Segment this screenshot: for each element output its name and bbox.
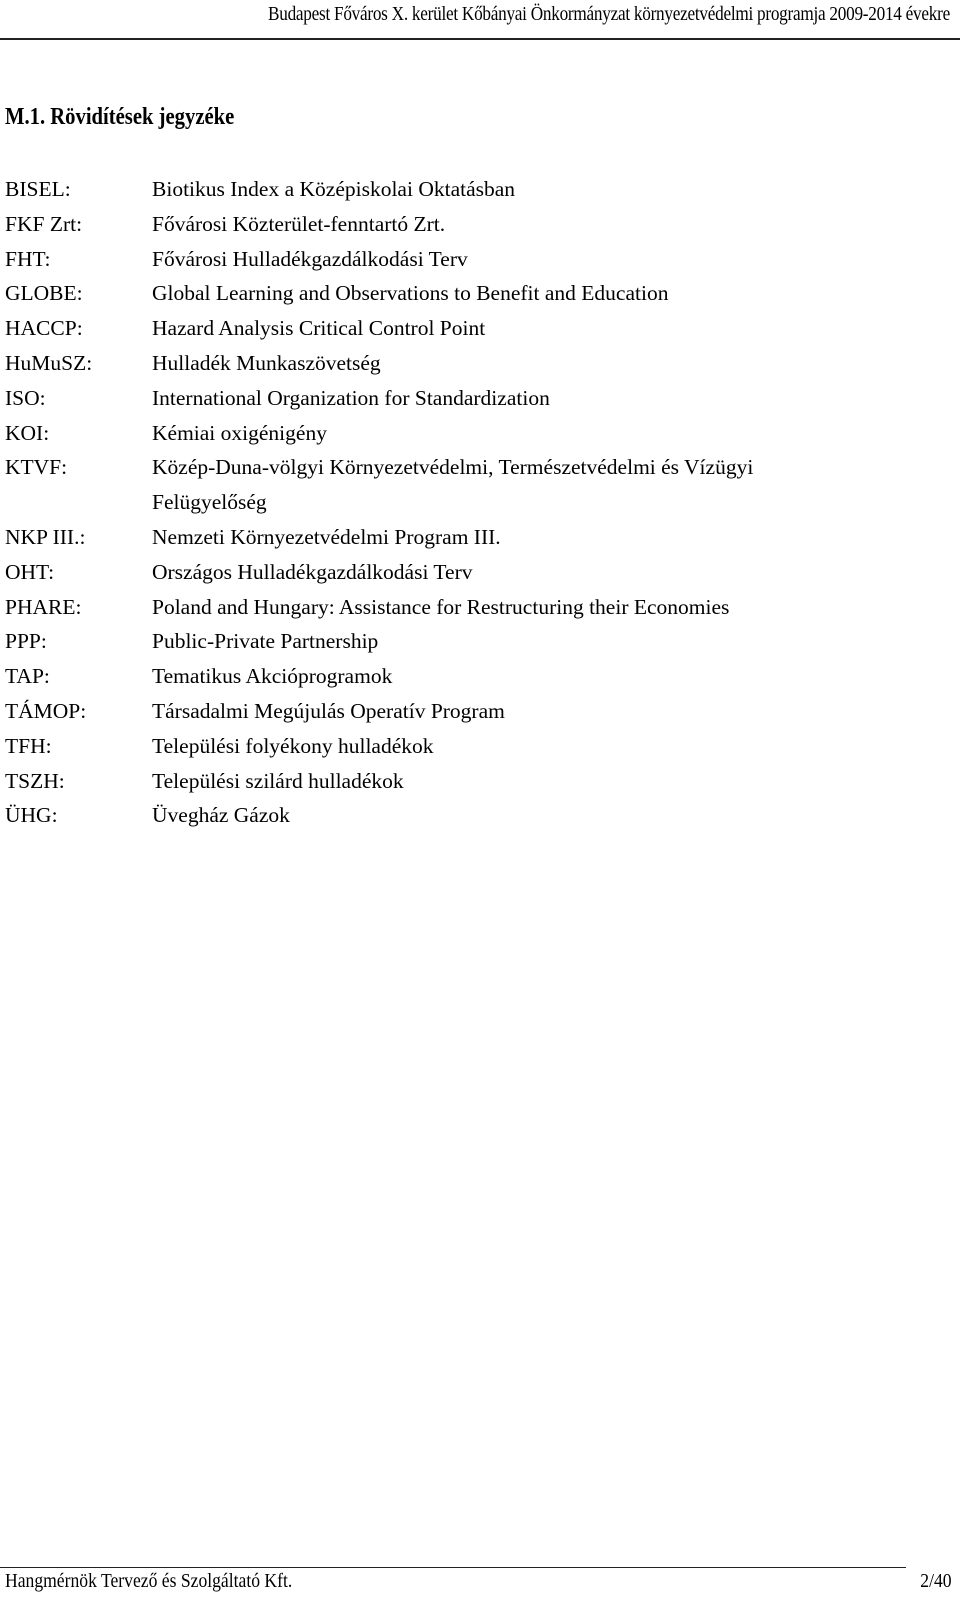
- list-item: TSZH: Települési szilárd hulladékok: [5, 764, 955, 799]
- abbreviation-definition: Települési folyékony hulladékok: [152, 733, 434, 758]
- abbreviation-definition: Public-Private Partnership: [152, 629, 379, 654]
- abbreviation-term: FKF Zrt:: [5, 211, 83, 236]
- list-item: TAP: Tematikus Akcióprogramok: [5, 659, 955, 694]
- list-item: PHARE: Poland and Hungary: Assistance for…: [5, 590, 955, 625]
- abbreviation-definition: Kémiai oxigénigény: [152, 420, 327, 445]
- list-item: KOI: Kémiai oxigénigény: [5, 416, 955, 451]
- list-item: ISO: International Organization for Stand…: [5, 381, 955, 416]
- footer-divider: [0, 1567, 906, 1568]
- abbreviation-definition: Biotikus Index a Középiskolai Oktatásban: [152, 177, 516, 201]
- abbreviation-definition: Fővárosi Hulladékgazdálkodási Terv: [152, 246, 468, 271]
- abbreviation-term: ISO:: [5, 385, 46, 410]
- abbreviation-definition: Nemzeti Környezetvédelmi Program III.: [152, 524, 501, 549]
- section-title: M.1. Rövidítések jegyzéke: [5, 104, 235, 130]
- abbreviation-definition: Közép-Duna-völgyi Környezetvédelmi, Term…: [152, 455, 754, 515]
- abbreviation-term: TFH:: [5, 733, 52, 758]
- abbreviation-definition: Fővárosi Közterület-fenntartó Zrt.: [152, 211, 446, 236]
- list-item: GLOBE: Global Learning and Observations t…: [5, 276, 955, 311]
- abbreviation-term: OHT:: [5, 559, 55, 584]
- abbreviation-definition: Hulladék Munkaszövetség: [152, 350, 381, 375]
- abbreviation-term: BISEL:: [5, 177, 71, 201]
- abbreviation-term: GLOBE:: [5, 281, 83, 306]
- footer-company: Hangmérnök Tervező és Szolgáltató Kft.: [5, 1570, 293, 1592]
- abbreviation-definition: Települési szilárd hulladékok: [152, 768, 404, 793]
- abbreviation-definition: Társadalmi Megújulás Operatív Program: [152, 698, 505, 723]
- abbreviation-term: FHT:: [5, 246, 51, 271]
- list-item: NKP III.: Nemzeti Környezetvédelmi Progra…: [5, 520, 955, 555]
- abbreviation-term: KTVF:: [5, 455, 68, 480]
- list-item: TFH: Települési folyékony hulladékok: [5, 729, 955, 764]
- page-number: 2/40: [920, 1570, 952, 1592]
- list-item: KTVF: Közép-Duna-völgyi Környezetvédelmi,…: [5, 450, 955, 520]
- abbreviation-definition: International Organization for Standardi…: [152, 385, 550, 410]
- header-divider: [0, 38, 960, 40]
- list-item: HACCP: Hazard Analysis Critical Control P…: [5, 311, 955, 346]
- abbreviation-term: TÁMOP:: [5, 698, 87, 723]
- abbreviation-term: KOI:: [5, 420, 50, 445]
- abbreviation-definition: Országos Hulladékgazdálkodási Terv: [152, 559, 473, 584]
- list-item: PPP: Public-Private Partnership: [5, 624, 955, 659]
- abbreviation-term: TAP:: [5, 664, 50, 689]
- abbreviation-term: PPP:: [5, 629, 47, 654]
- abbreviation-term: NKP III.:: [5, 524, 86, 549]
- list-item: OHT: Országos Hulladékgazdálkodási Terv: [5, 555, 955, 590]
- abbreviation-definition: Global Learning and Observations to Bene…: [152, 281, 669, 306]
- abbreviation-definition: Tematikus Akcióprogramok: [152, 664, 393, 689]
- abbreviation-term: TSZH:: [5, 768, 65, 793]
- list-item: HuMuSZ: Hulladék Munkaszövetség: [5, 346, 955, 381]
- abbreviation-definition: Üvegház Gázok: [152, 803, 290, 828]
- list-item: BISEL: Biotikus Index a Középiskolai Okta…: [5, 172, 955, 207]
- abbreviation-definition: Hazard Analysis Critical Control Point: [152, 316, 486, 341]
- list-item: ÜHG: Üvegház Gázok: [5, 798, 955, 833]
- list-item: TÁMOP: Társadalmi Megújulás Operatív Prog…: [5, 694, 955, 729]
- abbreviation-term: HuMuSZ:: [5, 350, 93, 375]
- abbreviation-definition: Poland and Hungary: Assistance for Restr…: [152, 594, 730, 619]
- abbreviation-term: HACCP:: [5, 316, 83, 341]
- list-item: FKF Zrt: Fővárosi Közterület-fenntartó Zr…: [5, 207, 955, 242]
- abbreviation-list: BISEL: Biotikus Index a Középiskolai Okta…: [5, 172, 955, 833]
- abbreviation-term: PHARE:: [5, 594, 82, 619]
- running-header: Budapest Főváros X. kerület Kőbányai Önk…: [268, 3, 950, 25]
- list-item: FHT: Fővárosi Hulladékgazdálkodási Terv: [5, 242, 955, 277]
- abbreviation-term: ÜHG:: [5, 803, 58, 828]
